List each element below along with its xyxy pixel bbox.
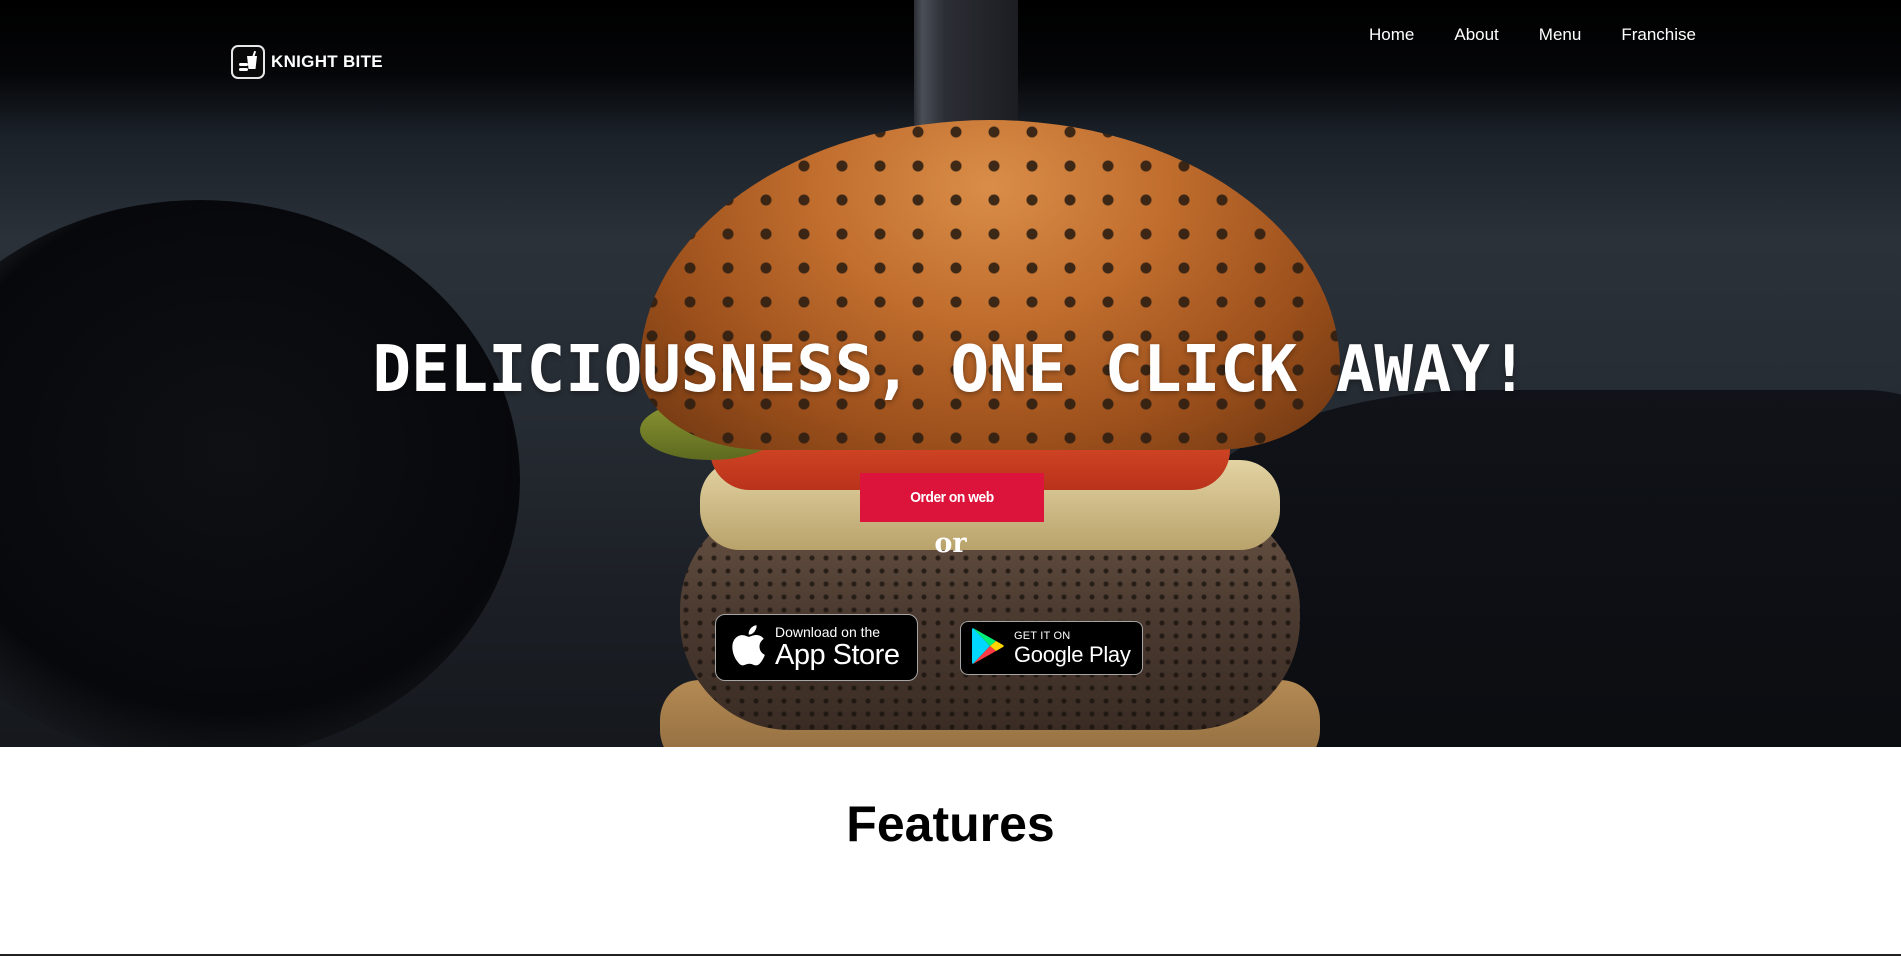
order-on-web-button[interactable]: Order on web (860, 473, 1044, 522)
apple-icon (730, 624, 766, 671)
or-separator: or (934, 528, 967, 559)
knight-bite-logo-icon (231, 45, 265, 79)
app-store-button[interactable]: Download on the App Store (715, 614, 918, 681)
google-play-small-text: GET IT ON (1014, 629, 1071, 642)
google-play-icon (971, 627, 1005, 670)
nav-item-franchise[interactable]: Franchise (1601, 25, 1716, 45)
app-store-small-text: Download on the (775, 624, 881, 640)
google-play-button[interactable]: GET IT ON Google Play (960, 621, 1143, 675)
brand-logo[interactable]: KNIGHT BITE (231, 44, 383, 80)
google-play-big-text: Google Play (1014, 641, 1131, 667)
features-heading: Features (846, 796, 1055, 852)
hero-headline: DELICIOUSNESS, ONE CLICK AWAY! (372, 333, 1529, 407)
skewer-image (914, 0, 1018, 130)
nav-item-about[interactable]: About (1434, 25, 1518, 45)
hero-section: KNIGHT BITE Home About Menu Franchise DE… (0, 0, 1901, 747)
hero-background-shade (0, 200, 520, 747)
brand-name: KNIGHT BITE (271, 52, 383, 71)
nav-item-home[interactable]: Home (1352, 25, 1434, 45)
app-store-big-text: App Store (775, 639, 900, 671)
nav-item-menu[interactable]: Menu (1519, 25, 1602, 45)
main-nav: Home About Menu Franchise (1352, 25, 1716, 45)
